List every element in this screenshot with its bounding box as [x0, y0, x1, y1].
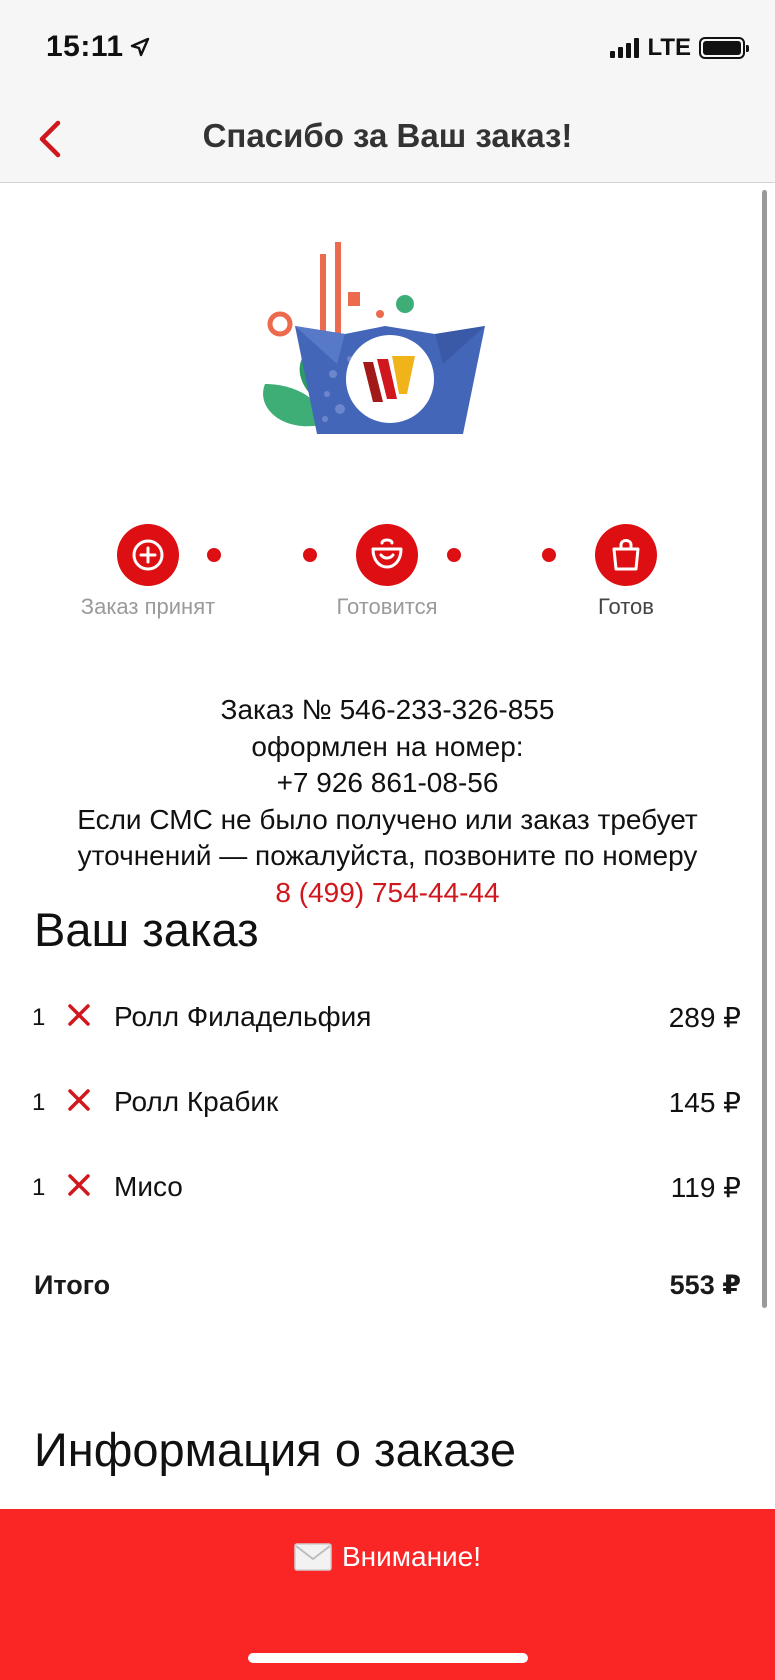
plus-circle-icon [132, 539, 164, 571]
item-price: 119 ₽ [670, 1172, 741, 1203]
order-phone: +7 926 861-08-56 [276, 767, 499, 798]
bowl-icon [371, 538, 403, 569]
total-label: Итого [34, 1270, 111, 1300]
progress-dot [542, 548, 556, 562]
item-price: 145 ₽ [668, 1087, 741, 1118]
order-item: 1 Ролл Филадельфия 289 ₽ [0, 988, 775, 1048]
step-accepted-icon [117, 524, 179, 586]
remove-item-icon[interactable] [64, 1000, 94, 1030]
progress-dot [207, 548, 221, 562]
location-arrow-icon [130, 37, 149, 57]
status-time-text: 15:11 [46, 30, 124, 63]
total-value: 553 ₽ [669, 1270, 741, 1300]
order-info-title: Информация о заказе [34, 1423, 517, 1476]
status-indicators: LTE [610, 34, 749, 62]
order-progress: Заказ принят Готовится Готов [0, 524, 775, 634]
scroll-content[interactable]: Заказ принят Готовится Готов Заказ № 546… [0, 184, 775, 1509]
navigation-bar: Спасибо за Ваш заказ! [0, 95, 775, 183]
item-qty: 1 [32, 1089, 46, 1116]
remove-item-icon[interactable] [64, 1085, 94, 1115]
progress-dot [303, 548, 317, 562]
page-title: Спасибо за Ваш заказ! [202, 117, 573, 154]
progress-dot [447, 548, 461, 562]
status-bar: 15:11 LTE [0, 0, 775, 95]
step-label-cooking: Готовится [336, 594, 438, 619]
step-cooking-icon [356, 524, 418, 586]
step-label-ready: Готов [598, 594, 654, 619]
status-time: 15:11 [46, 30, 150, 64]
total-row: Итого 553 ₽ [0, 1260, 775, 1310]
envelope-icon [294, 1543, 332, 1571]
item-qty: 1 [32, 1004, 46, 1031]
order-item: 1 Ролл Крабик 145 ₽ [0, 1073, 775, 1133]
network-type: LTE [647, 34, 691, 61]
order-number: Заказ № 546-233-326-855 [220, 694, 555, 725]
item-qty: 1 [32, 1174, 46, 1201]
step-label-accepted: Заказ принят [80, 594, 216, 619]
item-name: Ролл Крабик [114, 1086, 279, 1117]
attention-label: Внимание! [341, 1541, 482, 1572]
item-price: 289 ₽ [668, 1002, 741, 1033]
order-info: Заказ № 546-233-326-855 оформлен на номе… [0, 692, 775, 911]
order-phone-label: оформлен на номер: [251, 730, 524, 762]
item-name: Мисо [114, 1171, 183, 1202]
sms-notice-line2: уточнений — пожалуйста, позвоните по ном… [77, 840, 698, 871]
step-ready-icon [595, 524, 657, 586]
home-indicator[interactable] [248, 1653, 528, 1663]
signal-icon [610, 38, 640, 58]
your-order-title: Ваш заказ [34, 903, 259, 956]
sms-notice-line1: Если СМС не было получено или заказ треб… [77, 803, 698, 835]
wok-box-illustration [263, 242, 485, 434]
remove-item-icon[interactable] [64, 1170, 94, 1200]
order-confirmation-screen: 15:11 LTE Спасибо за Ваш заказ! Заказ пр… [0, 0, 775, 1680]
shopping-bag-icon [612, 539, 640, 571]
battery-icon [699, 37, 749, 59]
scrollbar[interactable] [762, 190, 767, 1308]
item-name: Ролл Филадельфия [114, 1001, 372, 1032]
order-item: 1 Мисо 119 ₽ [0, 1158, 775, 1218]
